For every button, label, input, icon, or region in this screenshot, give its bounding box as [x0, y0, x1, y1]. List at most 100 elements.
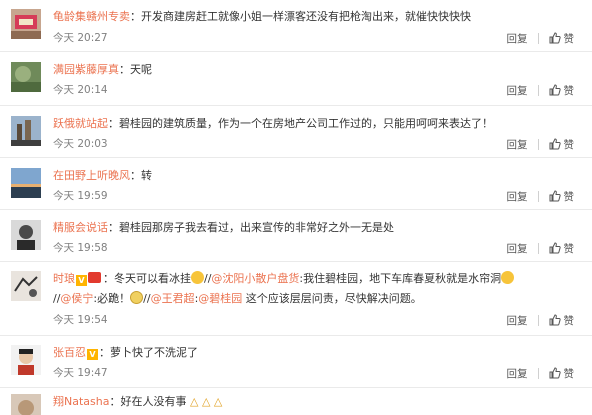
avatar[interactable] — [11, 168, 41, 198]
action-divider — [537, 367, 539, 379]
comment-text: 碧桂园那房子我去看过，出来宣传的非常好之外一无是处 — [119, 221, 394, 234]
comment-item: 精服会说话：碧桂园那房子我去看过，出来宣传的非常好之外一无是处 今天 19:58… — [0, 210, 592, 262]
comment-text: 转 — [141, 169, 152, 182]
avatar[interactable] — [11, 9, 41, 39]
reply-button[interactable]: 回复 — [507, 31, 528, 46]
like-button[interactable]: 赞 — [549, 313, 575, 328]
comment-separator: ： — [109, 395, 121, 408]
like-button[interactable]: 赞 — [549, 83, 575, 98]
like-button[interactable]: 赞 — [549, 366, 575, 381]
sweat-emoji-icon — [501, 271, 515, 284]
like-label: 赞 — [563, 138, 575, 151]
comment-separator: ： — [99, 346, 110, 359]
avatar[interactable] — [11, 271, 41, 301]
like-button[interactable]: 赞 — [549, 189, 575, 204]
comment-username[interactable]: 跃俄就站起 — [53, 117, 108, 130]
comment-text: :必跪！ — [93, 292, 131, 305]
comment-username[interactable]: 在田野上听晚风 — [53, 169, 130, 182]
like-label: 赞 — [563, 242, 575, 255]
thumbs-up-icon — [549, 242, 561, 254]
candle-emoji-icon: △ — [189, 395, 199, 408]
action-divider — [537, 84, 539, 96]
avatar[interactable] — [11, 345, 41, 375]
thumbs-up-icon — [549, 314, 561, 326]
action-divider — [537, 314, 539, 326]
comment-time: 今天 19:58 — [53, 242, 108, 254]
thumbs-up-icon — [549, 84, 561, 96]
reply-button[interactable]: 回复 — [507, 313, 528, 328]
candle-emoji-icon: △ — [213, 395, 223, 408]
comment-separator: ： — [130, 10, 141, 23]
comment-time: 今天 20:03 — [53, 138, 108, 150]
reply-button[interactable]: 回复 — [507, 366, 528, 381]
like-label: 赞 — [563, 84, 575, 97]
like-label: 赞 — [563, 314, 575, 327]
like-button[interactable]: 赞 — [549, 241, 575, 256]
comment-text: 这个应该层层问责，尽快解决问题。 — [242, 292, 422, 305]
mention-link[interactable]: @侯宁 — [60, 292, 93, 305]
avatar[interactable] — [11, 394, 41, 415]
comment-username[interactable]: 时琅 — [53, 272, 75, 285]
mention-link[interactable]: @碧桂园 — [198, 292, 242, 305]
comment-username[interactable]: 龟龄集赣州专卖 — [53, 10, 130, 23]
comment-item: 时琅 V ：冬天可以看冰挂 // @沈阳小散户盘货:我住碧桂园，地下车库春夏秋就是水帘洞… — [0, 262, 592, 336]
comment-item: 龟龄集赣州专卖：开发商建房赶工就像小姐一样漂客还没有把枪淘出来，就催快快快快 今… — [0, 0, 592, 52]
avatar[interactable] — [11, 62, 41, 92]
reply-button[interactable]: 回复 — [507, 83, 528, 98]
comment-text: :我住碧桂园，地下车库春夏秋就是水帘洞 — [299, 272, 502, 285]
mention-link[interactable]: @沈阳小散户盘货 — [211, 272, 299, 285]
cartoon-emoji-icon — [130, 291, 144, 304]
reply-button[interactable]: 回复 — [507, 189, 528, 204]
verified-icon: V — [76, 275, 87, 286]
comment-username[interactable]: 张百忍 — [53, 346, 86, 359]
reply-button[interactable]: 回复 — [507, 241, 528, 256]
like-button[interactable]: 赞 — [549, 137, 575, 152]
comment-item: 在田野上听晚风：转 今天 19:59 回复 赞 — [0, 158, 592, 210]
thumbs-up-icon — [549, 190, 561, 202]
laugh-emoji-icon — [191, 271, 204, 284]
comment-list: 龟龄集赣州专卖：开发商建房赶工就像小姐一样漂客还没有把枪淘出来，就催快快快快 今… — [0, 0, 592, 415]
comment-text: 碧桂园的建筑质量，作为一个在房地产公司工作过的，只能用呵呵来表达了！ — [119, 117, 493, 130]
comment-text: 好在人没有事 — [120, 395, 187, 408]
comment-text: 冬天可以看冰挂 — [114, 272, 191, 285]
comment-text: 开发商建房赶工就像小姐一样漂客还没有把枪淘出来，就催快快快快 — [141, 10, 471, 23]
comment-item: 满园紫藤厚真：天呢 今天 20:14 回复 赞 — [0, 52, 592, 106]
comment-time: 今天 20:27 — [53, 32, 108, 44]
verified-icon: V — [87, 349, 98, 360]
like-button[interactable]: 赞 — [549, 31, 575, 46]
comment-time: 今天 19:54 — [53, 314, 108, 326]
comment-separator: ： — [130, 169, 141, 182]
action-divider — [537, 190, 539, 202]
comment-time: 今天 19:59 — [53, 190, 108, 202]
member-badge-icon — [88, 272, 101, 283]
thumbs-up-icon — [549, 32, 561, 44]
comment-item: 张百忍 V ：萝卜快了不洗泥了 今天 19:47 回复 赞 — [0, 336, 592, 388]
comment-text: 天呢 — [130, 63, 152, 76]
comment-separator: ： — [119, 63, 130, 76]
candle-emoji-icon: △ — [201, 395, 211, 408]
comment-item: 跃俄就站起：碧桂园的建筑质量，作为一个在房地产公司工作过的，只能用呵呵来表达了！… — [0, 106, 592, 158]
action-divider — [537, 138, 539, 150]
comment-time: 今天 19:47 — [53, 367, 108, 379]
comment-username[interactable]: 翔Natasha — [53, 395, 109, 408]
comment-time: 今天 20:14 — [53, 84, 108, 96]
like-label: 赞 — [563, 367, 575, 380]
thumbs-up-icon — [549, 367, 561, 379]
action-divider — [537, 242, 539, 254]
comment-text: 萝卜快了不洗泥了 — [110, 346, 198, 359]
action-divider — [537, 32, 539, 44]
repost-separator: // — [143, 292, 151, 305]
comment-separator: ： — [108, 221, 119, 234]
comment-separator: ： — [103, 272, 114, 285]
thumbs-up-icon — [549, 138, 561, 150]
avatar[interactable] — [11, 220, 41, 250]
like-label: 赞 — [563, 32, 575, 45]
comment-separator: ： — [108, 117, 119, 130]
comment-username[interactable]: 满园紫藤厚真 — [53, 63, 119, 76]
comment-username[interactable]: 精服会说话 — [53, 221, 108, 234]
like-label: 赞 — [563, 190, 575, 203]
comment-item: 翔Natasha：好在人没有事 △ △ △ — [0, 388, 592, 415]
reply-button[interactable]: 回复 — [507, 137, 528, 152]
mention-link[interactable]: @王君超 — [151, 292, 195, 305]
avatar[interactable] — [11, 116, 41, 146]
